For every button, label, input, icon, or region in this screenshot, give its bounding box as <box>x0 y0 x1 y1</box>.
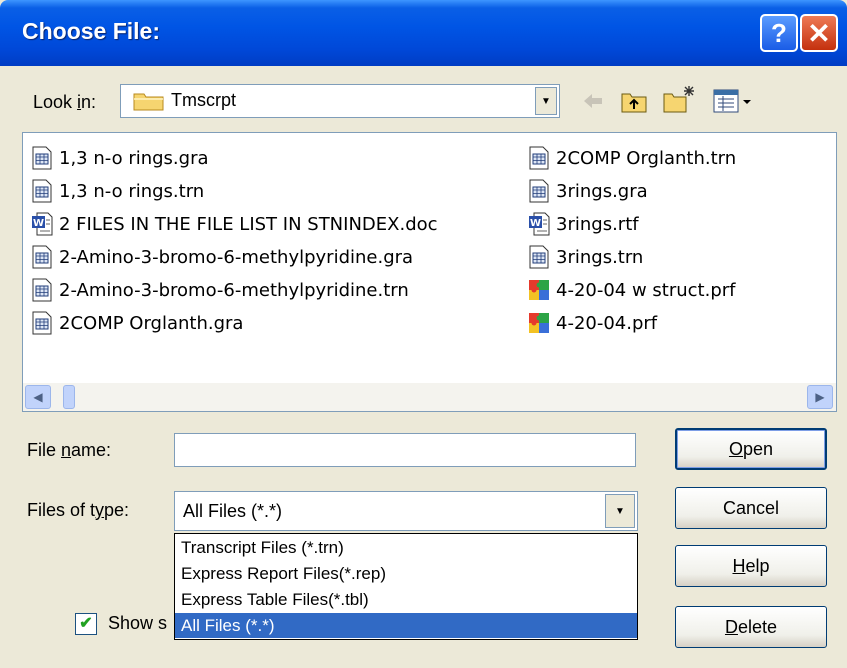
back-arrow-icon[interactable] <box>582 92 604 110</box>
close-button[interactable]: ✕ <box>800 14 838 52</box>
look-in-combo[interactable]: Tmscrpt ▼ <box>120 84 560 118</box>
file-name-text: 1,3 n-o rings.gra <box>59 147 209 169</box>
help-icon: ? <box>771 17 787 48</box>
help-title-button[interactable]: ? <box>760 14 798 52</box>
file-list-item[interactable]: W 2 FILES IN THE FILE LIST IN STNINDEX.do… <box>31 209 438 239</box>
document-grid-icon <box>528 146 550 170</box>
file-name-text: 2-Amino-3-bromo-6-methylpyridine.gra <box>59 246 414 268</box>
file-list-item[interactable]: 3rings.trn <box>528 242 643 272</box>
document-grid-icon <box>31 278 53 302</box>
window-title: Choose File: <box>22 18 161 44</box>
file-name-text: 2COMP Orglanth.gra <box>59 312 244 334</box>
scroll-left-button[interactable]: ◀ <box>25 385 51 409</box>
document-grid-icon <box>528 179 550 203</box>
view-menu-icon[interactable] <box>712 88 752 114</box>
files-of-type-value: All Files (*.*) <box>183 501 283 521</box>
files-of-type-dropdown-button[interactable]: ▼ <box>605 494 635 528</box>
file-list-item[interactable]: 4-20-04.prf <box>528 308 657 338</box>
files-of-type-dropdown-list: Transcript Files (*.trn) Express Report … <box>174 533 638 640</box>
file-name-text: 3rings.gra <box>556 180 648 202</box>
document-grid-icon <box>31 146 53 170</box>
file-name-text: 2-Amino-3-bromo-6-methylpyridine.trn <box>59 279 409 301</box>
title-bar: Choose File: ? ✕ <box>0 0 847 66</box>
files-of-type-combo[interactable]: All Files (*.*) ▼ <box>174 491 638 531</box>
document-grid-icon <box>31 311 53 335</box>
look-in-value: Tmscrpt <box>171 90 236 110</box>
file-list-item[interactable]: 1,3 n-o rings.gra <box>31 143 209 173</box>
file-name-text: 4-20-04 w struct.prf <box>556 279 736 301</box>
file-name-text: 4-20-04.prf <box>556 312 658 334</box>
chevron-down-icon: ▼ <box>541 95 551 107</box>
look-in-label: Look in: <box>33 92 97 112</box>
scroll-thumb[interactable] <box>63 385 75 409</box>
file-list-item[interactable]: 2-Amino-3-bromo-6-methylpyridine.trn <box>31 275 409 305</box>
file-name-text: 2COMP Orglanth.trn <box>556 147 737 169</box>
chevron-right-icon: ▶ <box>815 390 825 404</box>
horizontal-scrollbar[interactable]: ◀ ▶ <box>23 383 836 411</box>
file-list-item[interactable]: 3rings.gra <box>528 176 648 206</box>
word-document-icon: W <box>528 212 550 236</box>
document-grid-icon <box>528 245 550 269</box>
file-name-text: 3rings.rtf <box>556 213 639 235</box>
delete-button[interactable]: Delete <box>675 606 827 648</box>
file-name-text: 1,3 n-o rings.trn <box>59 180 205 202</box>
file-list-item[interactable]: 2COMP Orglanth.trn <box>528 143 736 173</box>
puzzle-icon <box>528 311 550 335</box>
file-list-item[interactable]: 2COMP Orglanth.gra <box>31 308 243 338</box>
document-grid-icon <box>31 179 53 203</box>
close-icon: ✕ <box>807 17 831 49</box>
folder-icon <box>133 93 164 111</box>
file-list-item[interactable]: 1,3 n-o rings.trn <box>31 176 204 206</box>
up-folder-icon[interactable] <box>620 88 648 114</box>
open-button[interactable]: Open <box>675 428 827 470</box>
file-name-text: 2 FILES IN THE FILE LIST IN STNINDEX.doc <box>59 213 438 235</box>
file-name-input[interactable] <box>174 433 636 467</box>
look-in-dropdown-button[interactable]: ▼ <box>535 87 557 115</box>
help-button[interactable]: Help <box>675 545 827 587</box>
new-folder-icon[interactable] <box>662 84 696 114</box>
svg-text:W: W <box>530 218 541 229</box>
file-list-item[interactable]: W 3rings.rtf <box>528 209 639 239</box>
chevron-left-icon: ◀ <box>33 390 43 404</box>
chevron-down-icon: ▼ <box>615 505 625 517</box>
show-checkbox[interactable]: ✔ <box>75 613 97 635</box>
checkmark-icon: ✔ <box>79 615 93 632</box>
puzzle-icon <box>528 278 550 302</box>
dropdown-option[interactable]: Transcript Files (*.trn) <box>175 535 637 560</box>
dropdown-option[interactable]: Express Table Files(*.tbl) <box>175 587 637 612</box>
scroll-right-button[interactable]: ▶ <box>807 385 833 409</box>
svg-text:W: W <box>33 218 44 229</box>
document-grid-icon <box>31 245 53 269</box>
cancel-button[interactable]: Cancel <box>675 487 827 529</box>
show-checkbox-label: Show s <box>108 613 168 633</box>
files-of-type-label: Files of type: <box>27 500 130 520</box>
file-list-item[interactable]: 4-20-04 w struct.prf <box>528 275 736 305</box>
file-list[interactable]: 1,3 n-o rings.gra 1,3 n-o rings.trn W 2 FIL… <box>22 132 837 412</box>
word-document-icon: W <box>31 212 53 236</box>
file-list-item[interactable]: 2-Amino-3-bromo-6-methylpyridine.gra <box>31 242 413 272</box>
dropdown-option[interactable]: Express Report Files(*.rep) <box>175 561 637 586</box>
file-name-label: File name: <box>27 440 112 460</box>
dropdown-option-selected[interactable]: All Files (*.*) <box>175 613 637 638</box>
file-name-text: 3rings.trn <box>556 246 644 268</box>
